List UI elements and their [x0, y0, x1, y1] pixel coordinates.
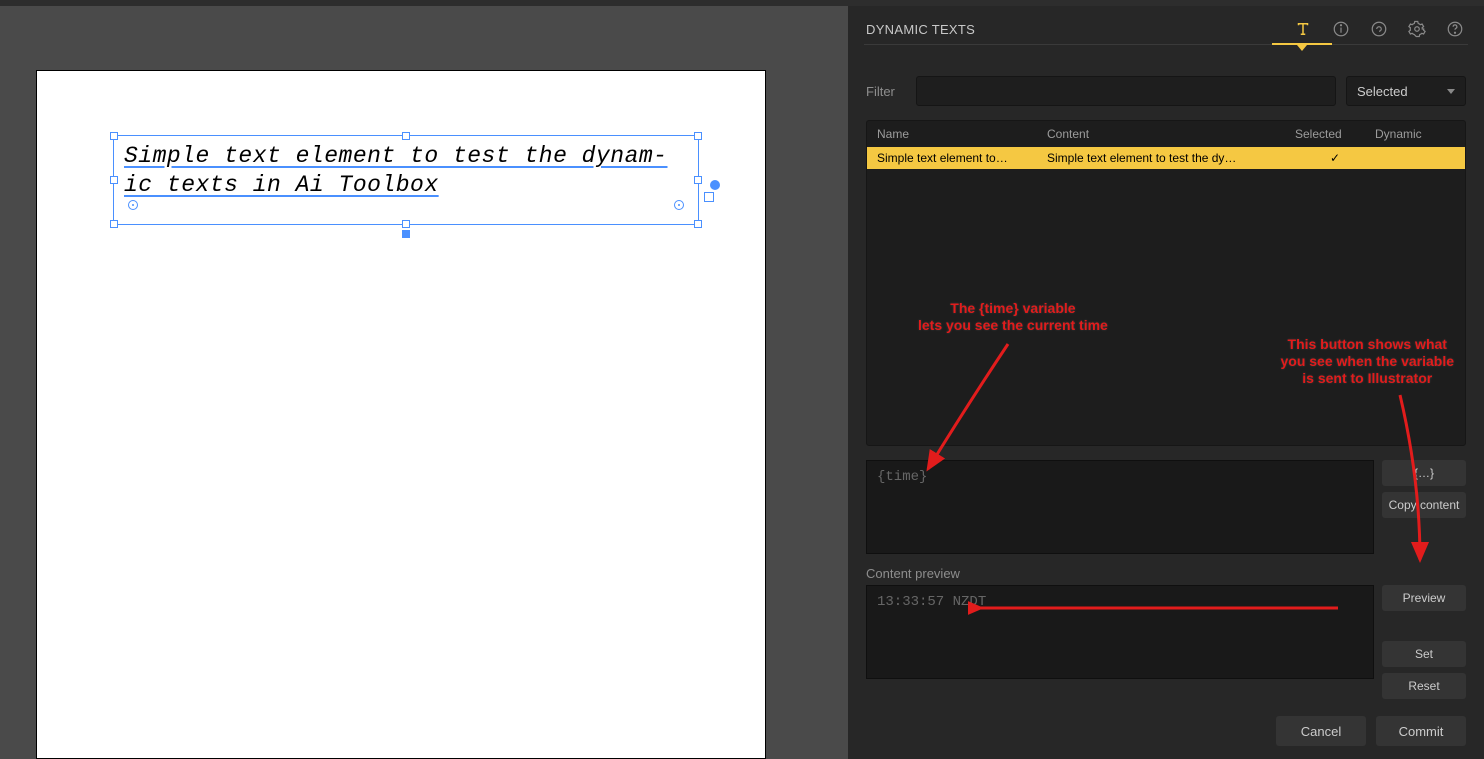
panel-title: DYNAMIC TEXTS: [866, 22, 975, 37]
dynamic-texts-panel: DYNAMIC TEXTS Filter: [848, 6, 1484, 759]
col-selected[interactable]: Selected: [1295, 127, 1375, 141]
resize-handle-bl[interactable]: [110, 220, 118, 228]
content-editor[interactable]: {time}: [866, 460, 1374, 554]
resize-handle-bm[interactable]: [402, 220, 410, 228]
text-in-port[interactable]: [128, 200, 138, 210]
row-content: Simple text element to test the dy…: [1047, 151, 1295, 165]
chevron-down-icon: [1447, 89, 1455, 94]
row-name: Simple text element to…: [877, 151, 1047, 165]
selected-text-frame[interactable]: Simple text element to test the dynam- i…: [113, 135, 699, 225]
panel-header: DYNAMIC TEXTS: [848, 6, 1484, 44]
resize-handle-br[interactable]: [694, 220, 702, 228]
preview-output: 13:33:57 NZDT: [866, 585, 1374, 679]
resize-handle-tl[interactable]: [110, 132, 118, 140]
col-name[interactable]: Name: [877, 127, 1047, 141]
text-frame-content[interactable]: Simple text element to test the dynam- i…: [114, 136, 698, 206]
header-divider: [864, 44, 1468, 45]
text-out-port[interactable]: [674, 200, 684, 210]
copy-content-button[interactable]: Copy content: [1382, 492, 1466, 518]
filter-mode-value: Selected: [1357, 84, 1408, 99]
resize-handle-ml[interactable]: [110, 176, 118, 184]
col-content[interactable]: Content: [1047, 127, 1295, 141]
center-handle[interactable]: [402, 230, 410, 238]
artboard[interactable]: Simple text element to test the dynam- i…: [36, 70, 766, 759]
overflow-indicator[interactable]: [704, 192, 714, 202]
active-tab-caret: [1297, 45, 1307, 51]
table-header: Name Content Selected Dynamic: [867, 121, 1465, 147]
filter-mode-select[interactable]: Selected: [1346, 76, 1466, 106]
col-dynamic[interactable]: Dynamic: [1375, 127, 1455, 141]
settings-icon[interactable]: [1406, 18, 1428, 40]
commit-button[interactable]: Commit: [1376, 716, 1466, 746]
resize-handle-tm[interactable]: [402, 132, 410, 140]
reset-button[interactable]: Reset: [1382, 673, 1466, 699]
insert-variable-button[interactable]: {…}: [1382, 460, 1466, 486]
filter-label: Filter: [866, 84, 906, 99]
preview-label: Content preview: [866, 566, 1466, 581]
info-icon[interactable]: [1330, 18, 1352, 40]
link-icon[interactable]: [1368, 18, 1390, 40]
thread-indicator[interactable]: [710, 180, 720, 190]
preview-button[interactable]: Preview: [1382, 585, 1466, 611]
texts-table: Name Content Selected Dynamic Simple tex…: [866, 120, 1466, 446]
row-selected: ✓: [1295, 151, 1375, 165]
set-button[interactable]: Set: [1382, 641, 1466, 667]
filter-input[interactable]: [916, 76, 1336, 106]
resize-handle-tr[interactable]: [694, 132, 702, 140]
resize-handle-mr[interactable]: [694, 176, 702, 184]
help-icon[interactable]: [1444, 18, 1466, 40]
cancel-button[interactable]: Cancel: [1276, 716, 1366, 746]
table-row[interactable]: Simple text element to… Simple text elem…: [867, 147, 1465, 169]
tab-text-icon[interactable]: [1292, 18, 1314, 40]
panel-footer: Cancel Commit: [848, 703, 1484, 759]
